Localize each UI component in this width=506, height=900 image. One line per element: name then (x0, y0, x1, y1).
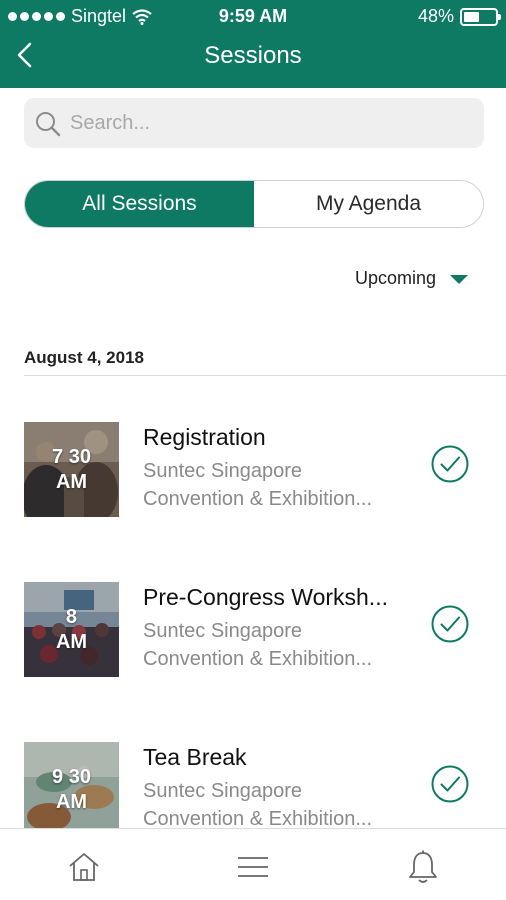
app-header: Singtel 9:59 AM 48% Sessions (0, 0, 506, 88)
session-info: Tea Break Suntec Singapore Convention & … (143, 744, 413, 833)
session-time: 8 AM (55, 605, 88, 653)
search-bar[interactable] (24, 98, 484, 148)
tab-my-agenda[interactable]: My Agenda (254, 181, 483, 227)
session-time: 9 30 AM (52, 765, 91, 813)
check-circle-icon[interactable] (430, 604, 470, 644)
session-segment-control: All Sessions My Agenda (24, 180, 484, 228)
status-right: 48% (417, 6, 501, 27)
check-circle-icon[interactable] (430, 444, 470, 484)
session-list-item[interactable]: 7 30 AM Registration Suntec Singapore Co… (24, 422, 506, 518)
session-thumbnail: 9 30 AM (24, 742, 119, 837)
session-title: Registration (143, 424, 266, 450)
session-location: Suntec Singapore Convention & Exhibition… (143, 460, 373, 510)
battery-icon (460, 7, 501, 26)
search-input[interactable] (70, 106, 470, 140)
session-location: Suntec Singapore Convention & Exhibition… (143, 780, 373, 830)
session-title: Tea Break (143, 744, 247, 770)
search-icon (36, 112, 61, 137)
home-icon[interactable] (66, 849, 102, 885)
bottom-tab-bar (0, 828, 506, 900)
page-title: Sessions (204, 42, 302, 69)
session-list-item[interactable]: 9 30 AM Tea Break Suntec Singapore Conve… (24, 742, 506, 838)
date-divider (24, 375, 506, 376)
session-list-item[interactable]: 8 AM Pre-Congress Worksh... Suntec Singa… (24, 582, 506, 678)
session-thumbnail: 8 AM (24, 582, 119, 677)
menu-icon[interactable] (235, 849, 271, 885)
session-time: 7 30 AM (52, 445, 91, 493)
session-thumbnail: 7 30 AM (24, 422, 119, 517)
battery-percent: 48% (417, 6, 454, 26)
session-info: Registration Suntec Singapore Convention… (143, 424, 413, 513)
session-title: Pre-Congress Worksh... (143, 584, 388, 610)
filter-label: Upcoming (354, 268, 436, 288)
upcoming-filter-dropdown[interactable]: Upcoming (355, 268, 468, 289)
check-circle-icon[interactable] (430, 764, 470, 804)
session-info: Pre-Congress Worksh... Suntec Singapore … (143, 584, 413, 673)
session-location: Suntec Singapore Convention & Exhibition… (143, 620, 373, 670)
date-group-header: August 4, 2018 (24, 348, 144, 367)
caret-down-icon (450, 275, 468, 284)
status-bar: Singtel 9:59 AM 48% (0, 0, 506, 34)
tab-all-sessions[interactable]: All Sessions (25, 181, 254, 227)
bell-icon[interactable] (405, 849, 441, 885)
